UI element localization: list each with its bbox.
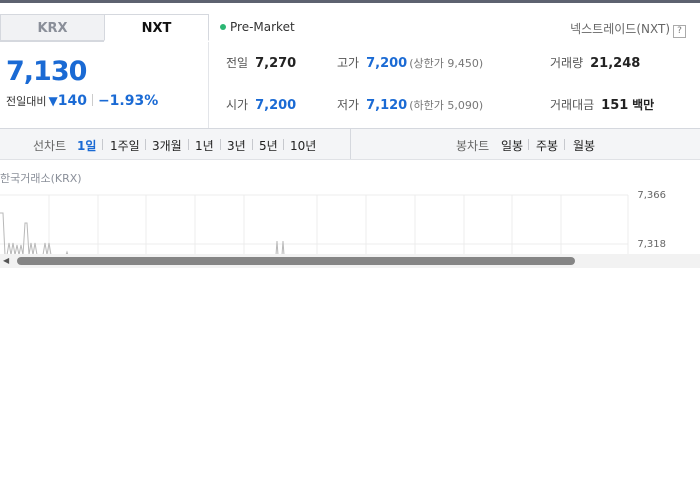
y-tick-label: 7,318	[637, 239, 666, 250]
stat-value: 21,248	[590, 56, 641, 71]
help-icon[interactable]: ?	[673, 25, 686, 38]
period-separator	[564, 139, 565, 150]
period-separator	[283, 139, 284, 150]
stat-label: 저가	[337, 98, 360, 112]
period-separator	[220, 139, 221, 150]
period-3m[interactable]: 3개월	[152, 137, 182, 154]
stat-sub: (상한가 9,450)	[409, 57, 484, 70]
period-monthly-candle[interactable]: 월봉	[573, 137, 595, 154]
period-1w[interactable]: 1주일	[110, 137, 140, 154]
period-3y[interactable]: 3년	[227, 137, 246, 154]
stat-volume: 거래량 21,248	[550, 54, 640, 71]
summary-divider	[208, 42, 209, 128]
period-separator	[102, 139, 103, 150]
period-separator	[252, 139, 253, 150]
status-dot-icon	[220, 24, 226, 30]
exchange-label: 넥스트레이드(NXT)	[570, 22, 670, 36]
period-separator	[528, 139, 529, 150]
exchange-info: 넥스트레이드(NXT)?	[570, 20, 686, 38]
period-1y[interactable]: 1년	[195, 137, 214, 154]
stat-unit: 백만	[632, 98, 655, 112]
period-weekly-candle[interactable]: 주봉	[536, 137, 558, 154]
price-chart: 7,366 7,318	[0, 190, 666, 255]
stat-value: 151	[601, 98, 629, 113]
line-chart-label: 선차트	[33, 139, 67, 153]
market-status: Pre-Market	[220, 20, 295, 34]
price-line-segment	[0, 212, 53, 255]
period-bar-divider	[350, 129, 351, 159]
period-separator	[145, 139, 146, 150]
scrollbar-thumb[interactable]	[17, 257, 575, 265]
horizontal-scrollbar[interactable]: ◀	[0, 254, 700, 268]
stat-value: 7,200	[255, 98, 297, 113]
y-tick-label: 7,366	[637, 190, 666, 201]
price-line-segment	[275, 240, 285, 255]
stat-label: 거래량	[550, 56, 584, 70]
tab-divider	[0, 41, 104, 42]
price-line	[0, 212, 285, 255]
stat-label: 전일	[226, 56, 249, 70]
change-separator	[91, 94, 93, 106]
current-price: 7,130	[6, 56, 87, 87]
stat-amount: 거래대금 151 백만	[550, 96, 654, 113]
stat-label: 시가	[226, 98, 249, 112]
stat-value: 7,120	[366, 98, 408, 113]
tab-nxt[interactable]: NXT	[104, 14, 209, 41]
top-border	[0, 0, 700, 3]
down-arrow-icon: ▼	[48, 94, 58, 108]
stat-label: 고가	[337, 56, 360, 70]
candle-chart-label: 봉차트	[456, 139, 490, 153]
period-separator	[188, 139, 189, 150]
stat-label: 거래대금	[550, 98, 595, 112]
scroll-left-arrow-icon[interactable]: ◀	[3, 256, 9, 265]
period-10y[interactable]: 10년	[290, 137, 316, 154]
chart-gridlines	[0, 194, 629, 255]
period-5y[interactable]: 5년	[259, 137, 278, 154]
change-value: 140	[57, 93, 87, 109]
stat-prev-close: 전일 7,270	[226, 54, 296, 71]
stat-low: 저가 7,120 (하한가 5,090)	[337, 96, 483, 113]
change-percent: −1.93%	[97, 93, 159, 109]
stat-value: 7,200	[366, 56, 408, 71]
tab-krx[interactable]: KRX	[0, 14, 105, 41]
period-1d[interactable]: 1일	[77, 137, 96, 154]
stat-open: 시가 7,200	[226, 96, 296, 113]
period-daily-candle[interactable]: 일봉	[501, 137, 523, 154]
stat-high: 고가 7,200 (상한가 9,450)	[337, 54, 483, 71]
market-status-label: Pre-Market	[230, 20, 295, 34]
stat-value: 7,270	[255, 56, 297, 71]
market-tabs: KRX NXT	[0, 14, 210, 42]
change-label: 전일대비	[6, 95, 47, 108]
period-bar: 선차트 1일 1주일 3개월 1년 3년 5년 10년 봉차트 일봉 주봉 월봉	[0, 129, 700, 160]
stat-sub: (하한가 5,090)	[409, 99, 484, 112]
price-change: 전일대비 ▼140 −1.93%	[6, 93, 158, 109]
